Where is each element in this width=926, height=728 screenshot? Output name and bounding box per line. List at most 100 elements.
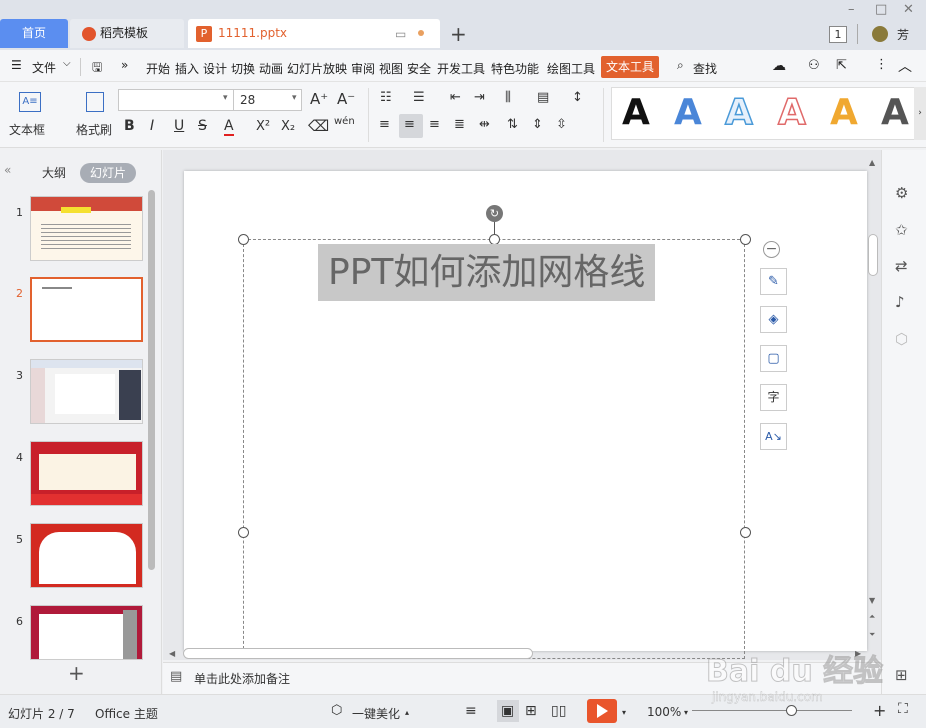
decrease-indent-icon[interactable]: ⇤ [450,90,461,105]
superscript-button[interactable]: X² [256,119,270,134]
theme-name[interactable]: Office 主题 [95,705,158,722]
resize-handle[interactable] [238,234,249,245]
grid-view-icon[interactable]: ⊞ [895,666,908,684]
settings-sliders-icon[interactable]: ⚙ [895,184,908,202]
beautify-button[interactable]: 一键美化 [352,705,400,722]
avatar[interactable] [872,26,888,42]
gallery-scroll-icon[interactable]: › [914,87,926,140]
cloud-icon[interactable]: ☁ [772,58,786,74]
chevron-down-icon[interactable]: ▾ [292,93,297,103]
user-name[interactable]: 芳 [897,26,909,43]
scroll-up-icon[interactable]: ▲ [869,158,875,167]
text-style-blue-outline[interactable]: A [724,91,753,134]
menu-animation[interactable]: 动画 [259,60,283,77]
replace-icon[interactable]: ⇄ [895,257,908,275]
font-grow-button[interactable]: A⁺ [310,90,328,108]
menu-design[interactable]: 设计 [203,60,227,77]
chevron-up-icon[interactable]: ▴ [405,708,409,717]
notes-toggle-icon[interactable]: ≡ [465,703,477,719]
reading-view-icon[interactable]: ▯▯ [551,703,566,719]
increase-indent-icon[interactable]: ⇥ [474,90,485,105]
spacing-options-icon[interactable]: ⇳ [556,117,567,132]
window-count-badge[interactable]: 1 [829,26,847,43]
slide-sorter-icon[interactable]: ⊞ [525,703,537,719]
prev-slide-icon[interactable]: ⏶ [869,612,875,622]
textbox-button[interactable]: 文本框 [9,121,45,138]
horizontal-scrollbar[interactable] [183,648,533,659]
text-style-black[interactable]: A [622,92,650,133]
text-style-red-outline[interactable]: A [777,91,806,134]
monitor-icon[interactable]: ▭ [395,27,406,41]
align-left-icon[interactable]: ≡ [379,117,390,132]
menu-review[interactable]: 审阅 [351,60,375,77]
phonetic-guide-button[interactable]: wén [334,116,355,127]
text-effects-icon[interactable]: A↘ [760,423,787,450]
menu-home[interactable]: 开始 [146,60,170,77]
textbox-selection[interactable] [243,239,745,659]
menu-developer[interactable]: 开发工具 [437,60,485,77]
menu-file[interactable]: 文件 [32,59,56,76]
star-shape-icon[interactable]: ✩ [895,221,908,239]
rotate-handle-icon[interactable]: ↻ [486,205,503,222]
text-style-blue[interactable]: A [674,92,702,133]
font-color-button[interactable]: A [224,118,234,136]
slide-thumbnail-1[interactable] [30,196,143,261]
paragraph-spacing-icon[interactable]: ⇅ [507,117,518,132]
tab-outline[interactable]: 大纲 [42,163,66,183]
menu-features[interactable]: 特色功能 [491,60,539,77]
chevron-down-icon[interactable]: ⌵ [63,58,71,69]
slide-title[interactable]: PPT如何添加网格线 [318,244,656,301]
menu-search[interactable]: 查找 [693,60,717,77]
bold-button[interactable]: B [124,118,135,134]
text-direction-icon[interactable]: ⫼ [505,90,511,105]
slide-thumbnail-4[interactable] [30,441,143,506]
slide-thumbnail-5[interactable] [30,523,143,588]
menu-text-tools[interactable]: 文本工具 [601,56,660,78]
share-user-icon[interactable]: ⚇ [808,58,820,73]
speaker-icon[interactable]: ♪ [895,293,905,311]
vertical-scrollbar[interactable] [868,234,878,276]
collapse-ribbon-icon[interactable]: ︿ [898,56,912,76]
format-painter-icon[interactable] [86,92,104,112]
textbox-icon[interactable]: A≡ [19,92,41,112]
resize-handle[interactable] [740,234,751,245]
fill-bucket-icon[interactable]: ◈ [760,306,787,333]
format-painter-button[interactable]: 格式刷 [76,121,112,138]
underline-button[interactable]: U [174,118,184,134]
new-tab-button[interactable]: + [450,22,467,46]
minimize-icon[interactable]: – [848,2,855,17]
save-icon[interactable]: 🖫 [92,58,102,79]
tab-home[interactable]: 首页 [0,19,68,48]
align-right-icon[interactable]: ≡ [429,117,440,132]
numbered-list-icon[interactable]: ☰ [413,90,425,105]
chevron-down-icon[interactable]: ▾ [223,93,228,103]
menu-slideshow[interactable]: 幻灯片放映 [287,60,347,77]
scroll-down-icon[interactable]: ▼ [869,596,875,605]
text-wrap-icon[interactable]: 字 [760,384,787,411]
chevron-down-icon[interactable]: ▾ [684,708,688,717]
collapse-panel-icon[interactable]: « [4,163,11,177]
slide-panel-scrollbar[interactable] [148,190,155,570]
hamburger-icon[interactable]: ☰ [11,58,22,72]
close-icon[interactable]: ✕ [903,2,914,17]
resize-handle[interactable] [238,527,249,538]
menu-transition[interactable]: 切换 [231,60,255,77]
font-name-select[interactable] [118,89,234,111]
text-style-orange[interactable]: A [830,92,858,133]
bullet-list-icon[interactable]: ☷ [380,90,392,105]
more-vertical-icon[interactable]: ⋮ [875,57,888,72]
search-icon[interactable]: ⌕ [677,58,684,73]
distribute-icon[interactable]: ⇹ [479,117,490,132]
more-chevron-icon[interactable]: » [121,58,128,72]
menu-security[interactable]: 安全 [407,60,431,77]
slide-thumbnail-3[interactable] [30,359,143,424]
text-align-box-icon[interactable]: ▤ [537,90,549,105]
zoom-level[interactable]: 100% [647,705,681,719]
notes-input[interactable]: 单击此处添加备注 [194,670,290,687]
outline-shape-icon[interactable]: ▢ [760,345,787,372]
scroll-left-icon[interactable]: ◀ [169,649,175,658]
resize-handle[interactable] [740,527,751,538]
slide-thumbnail-6[interactable] [30,605,143,660]
text-style-gray[interactable]: A [881,92,909,133]
line-spacing-icon[interactable]: ↕ [572,90,583,105]
